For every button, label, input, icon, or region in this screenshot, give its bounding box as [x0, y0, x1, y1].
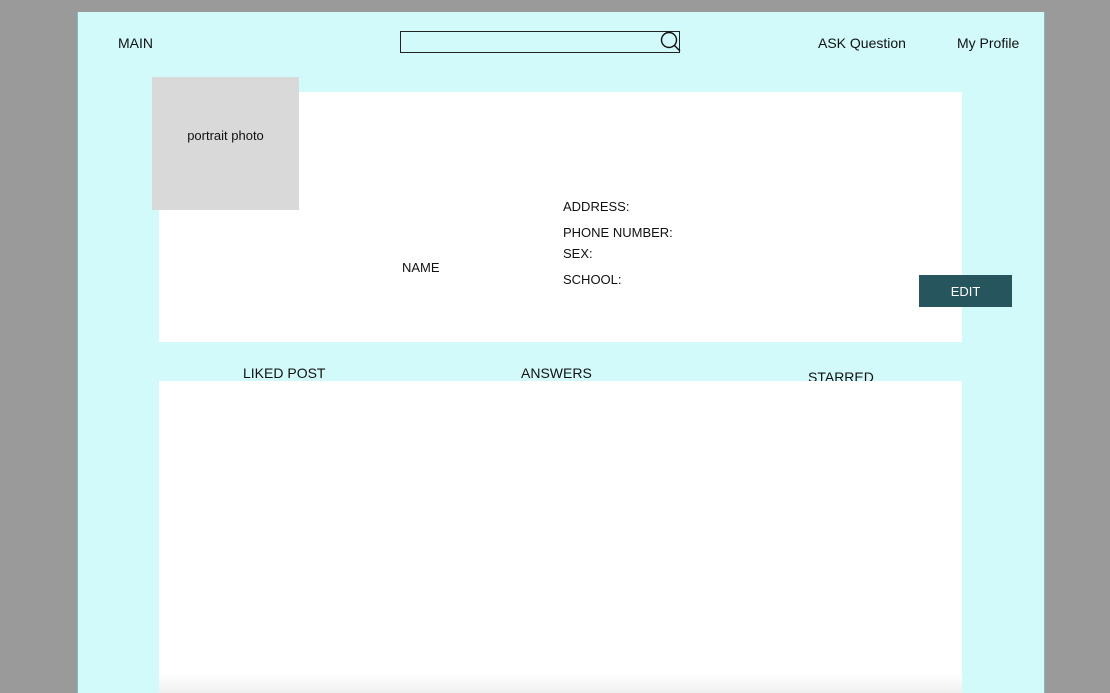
- school-label: SCHOOL:: [563, 272, 622, 287]
- tab-liked-post[interactable]: LIKED POST: [243, 365, 325, 381]
- phone-number-label: PHONE NUMBER:: [563, 225, 673, 240]
- search-input[interactable]: [400, 31, 680, 53]
- nav-main-link[interactable]: MAIN: [118, 35, 153, 51]
- ask-question-link[interactable]: ASK Question: [818, 35, 906, 51]
- my-profile-link[interactable]: My Profile: [957, 35, 1019, 51]
- edit-profile-button[interactable]: EDIT: [919, 275, 1012, 307]
- portrait-photo: portrait photo: [152, 77, 299, 210]
- tab-answers[interactable]: ANSWERS: [521, 365, 592, 381]
- profile-name: NAME: [402, 260, 440, 275]
- app-frame: MAIN ASK Question My Profile NAME ADDRES…: [78, 12, 1044, 693]
- tab-content-panel: [159, 381, 962, 693]
- search-icon[interactable]: [659, 30, 683, 54]
- sex-label: SEX:: [563, 246, 593, 261]
- portrait-photo-label: portrait photo: [187, 128, 264, 143]
- address-label: ADDRESS:: [563, 199, 630, 214]
